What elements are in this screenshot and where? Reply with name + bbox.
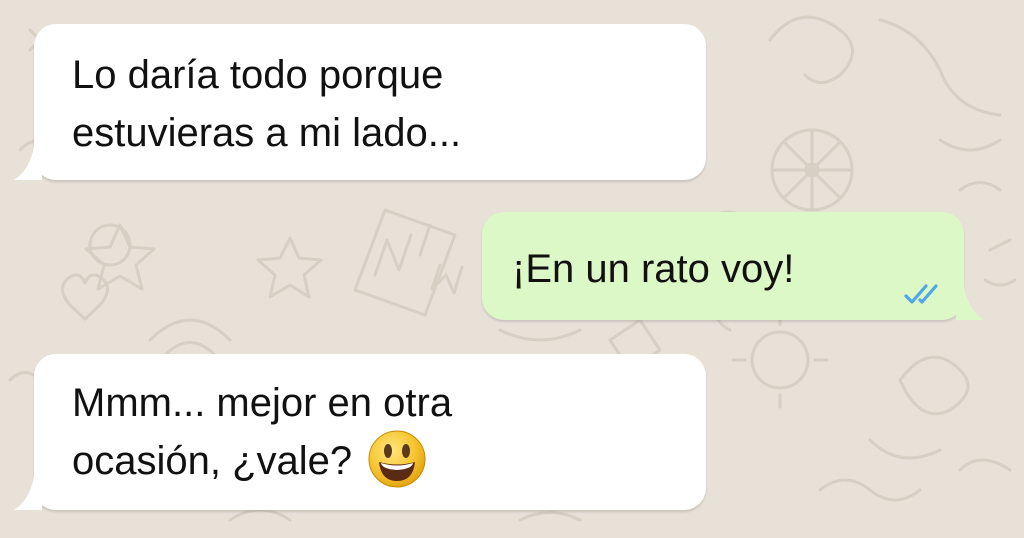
incoming-message-bubble[interactable]: Lo daría todo porque estuvieras a mi lad… xyxy=(14,24,706,180)
bubble-tail xyxy=(956,286,984,320)
message-text-line: Mmm... mejor en otra xyxy=(72,381,453,425)
double-check-read-icon xyxy=(904,284,938,304)
bubble-tail xyxy=(14,476,42,510)
bubble-tail xyxy=(14,146,42,180)
incoming-message-bubble[interactable]: Mmm... mejor en otra ocasión, ¿vale? xyxy=(14,354,706,510)
message-text: ¡En un rato voy! xyxy=(512,247,795,291)
grinning-face-emoji xyxy=(368,430,426,488)
message-text-line: ocasión, ¿vale? xyxy=(72,430,427,489)
message-text-line: estuvieras a mi lado... xyxy=(72,111,462,155)
message-text-line: Lo daría todo porque xyxy=(72,53,444,97)
outgoing-message-bubble[interactable]: ¡En un rato voy! xyxy=(482,212,984,320)
message-text: ocasión, ¿vale? xyxy=(72,439,353,483)
